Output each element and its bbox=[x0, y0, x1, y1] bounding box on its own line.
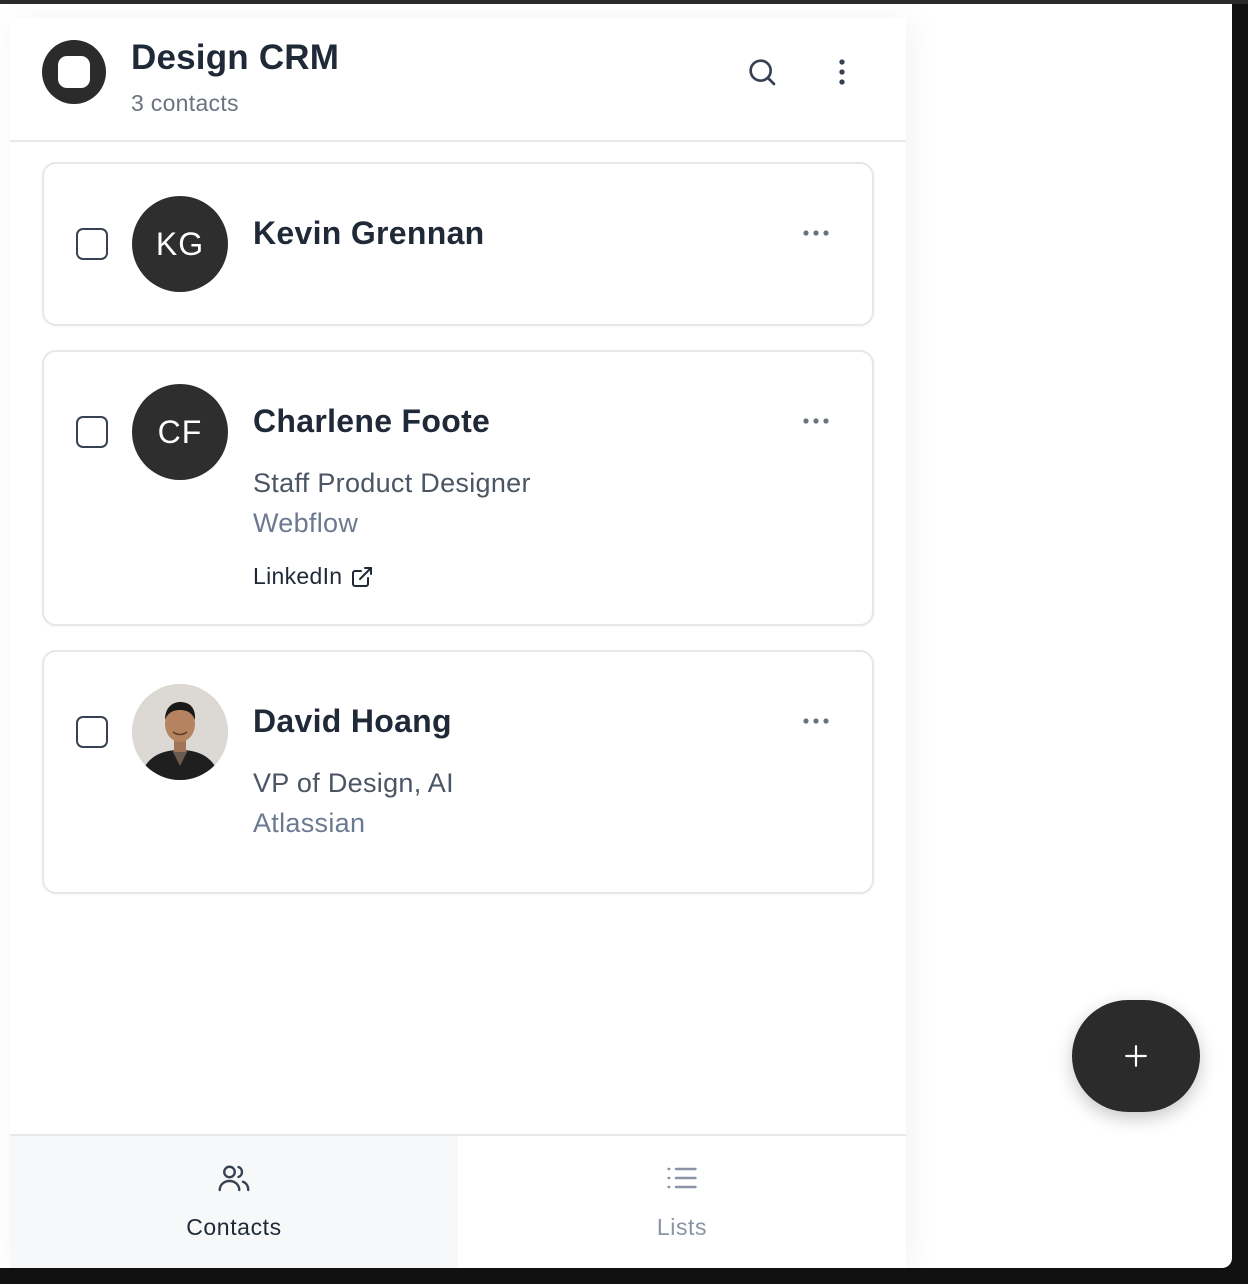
tab-lists-label: Lists bbox=[656, 1214, 708, 1240]
linkedin-link-label: LinkedIn bbox=[253, 563, 343, 589]
contact-menu-button[interactable] bbox=[796, 221, 836, 245]
contact-name: Kevin Grennan bbox=[253, 215, 485, 251]
kebab-menu-icon bbox=[839, 59, 845, 85]
bottom-navigation: Contacts Lists bbox=[10, 1134, 906, 1268]
app-title: Design CRM bbox=[131, 38, 340, 77]
more-options-button[interactable] bbox=[822, 52, 862, 92]
contact-card[interactable]: David Hoang VP of Design, AI Atlassian bbox=[42, 650, 874, 894]
contact-company: Atlassian bbox=[253, 808, 366, 838]
external-link-icon bbox=[352, 566, 373, 587]
linkedin-link[interactable]: LinkedIn bbox=[253, 563, 374, 590]
app-window: Design CRM 3 contacts KG Kevin Grennan C… bbox=[0, 4, 1232, 1268]
search-button[interactable] bbox=[742, 52, 782, 92]
search-icon bbox=[749, 59, 776, 86]
more-horizontal-icon bbox=[803, 230, 829, 236]
app-logo-icon bbox=[42, 40, 106, 104]
contact-name: David Hoang bbox=[253, 703, 452, 739]
more-horizontal-icon bbox=[803, 718, 829, 724]
contact-count: 3 contacts bbox=[131, 90, 239, 116]
list-icon bbox=[667, 1167, 697, 1189]
more-horizontal-icon bbox=[803, 418, 829, 424]
select-checkbox[interactable] bbox=[76, 716, 108, 748]
crm-panel: Design CRM 3 contacts KG Kevin Grennan C… bbox=[10, 18, 906, 1268]
tab-contacts[interactable]: Contacts bbox=[10, 1136, 458, 1268]
contact-name: Charlene Foote bbox=[253, 403, 491, 439]
select-checkbox[interactable] bbox=[76, 228, 108, 260]
tab-contacts-label: Contacts bbox=[186, 1214, 282, 1240]
users-icon bbox=[218, 1165, 250, 1192]
contact-card[interactable]: KG Kevin Grennan bbox=[42, 162, 874, 326]
contact-menu-button[interactable] bbox=[796, 709, 836, 733]
person-photo-icon bbox=[132, 684, 228, 780]
plus-icon bbox=[1125, 1045, 1147, 1067]
avatar: KG bbox=[132, 196, 228, 292]
avatar: CF bbox=[132, 384, 228, 480]
add-contact-button[interactable] bbox=[1072, 1000, 1200, 1112]
contact-role: VP of Design, AI bbox=[253, 768, 454, 798]
contact-card[interactable]: CF Charlene Foote Staff Product Designer… bbox=[42, 350, 874, 626]
contact-company: Webflow bbox=[253, 508, 359, 538]
avatar-photo bbox=[132, 684, 228, 780]
tab-lists[interactable]: Lists bbox=[458, 1136, 906, 1268]
app-header: Design CRM 3 contacts bbox=[10, 18, 906, 142]
contact-menu-button[interactable] bbox=[796, 409, 836, 433]
select-checkbox[interactable] bbox=[76, 416, 108, 448]
contact-role: Staff Product Designer bbox=[253, 468, 531, 498]
